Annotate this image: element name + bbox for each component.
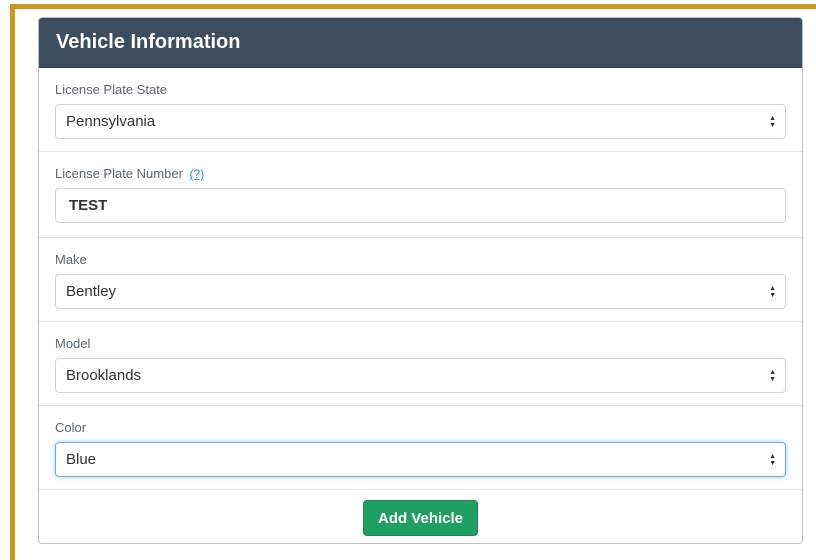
license-plate-number-label-row: License Plate Number (?) [55,165,786,183]
make-group: Make Bentley ▲ ▼ [39,238,802,322]
up-down-chevron-icon: ▲ ▼ [769,452,776,467]
panel-footer: Add Vehicle [39,490,802,543]
model-label: Model [55,336,91,351]
color-value: Blue [66,451,97,468]
panel-title: Vehicle Information [39,18,802,68]
license-plate-state-label: License Plate State [55,82,168,97]
license-plate-state-value: Pennsylvania [66,113,156,130]
frame-border-left [10,4,15,560]
license-plate-number-value: TEST [69,197,108,214]
color-select[interactable]: Blue ▲ ▼ [55,442,786,477]
up-down-chevron-icon: ▲ ▼ [769,284,776,299]
vehicle-information-panel: Vehicle Information License Plate State … [38,17,803,544]
make-select[interactable]: Bentley ▲ ▼ [55,274,786,309]
license-plate-state-select[interactable]: Pennsylvania ▲ ▼ [55,104,786,139]
add-vehicle-button[interactable]: Add Vehicle [363,500,478,536]
license-plate-number-group: License Plate Number (?) TEST [39,152,802,238]
model-value: Brooklands [66,367,142,384]
color-group: Color Blue ▲ ▼ [39,406,802,490]
up-down-chevron-icon: ▲ ▼ [769,114,776,129]
model-select[interactable]: Brooklands ▲ ▼ [55,358,786,393]
license-plate-number-label: License Plate Number [55,166,183,181]
color-label: Color [55,420,87,435]
license-plate-state-group: License Plate State Pennsylvania ▲ ▼ [39,68,802,152]
frame-border-top [10,4,816,9]
make-label: Make [55,252,87,267]
help-link[interactable]: (?) [190,167,205,181]
model-group: Model Brooklands ▲ ▼ [39,322,802,406]
make-value: Bentley [66,283,117,300]
up-down-chevron-icon: ▲ ▼ [769,368,776,383]
license-plate-number-input[interactable]: TEST [55,188,786,223]
